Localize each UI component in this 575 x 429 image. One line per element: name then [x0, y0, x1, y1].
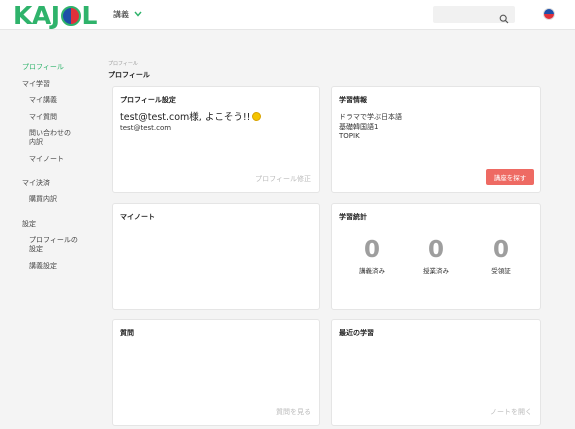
sidebar-item-profile-settings-line1[interactable]: プロフィールの — [29, 236, 78, 245]
search-input[interactable] — [433, 6, 515, 24]
questions-card: 質問 質問を見る — [112, 319, 320, 426]
sidebar-section-my-learning: マイ学習 — [22, 80, 50, 88]
my-notes-title: マイノート — [120, 213, 155, 221]
logo-text-start: KAJ — [13, 0, 60, 30]
greeting-label: test@test.com様, よこそう!! — [120, 112, 251, 123]
stat-receipts: 0 受領証 — [476, 236, 526, 275]
chevron-down-icon — [134, 10, 142, 19]
greeting-text: test@test.com様, よこそう!! — [120, 109, 262, 123]
learning-stats-card: 学習統計 0 講義済み 0 授業済み 0 受領証 — [331, 203, 541, 310]
courses-menu[interactable]: 講義 — [113, 9, 142, 20]
stat-label: 受領証 — [491, 267, 511, 275]
logo-text-end: L — [81, 0, 98, 30]
stat-label: 講義済み — [359, 267, 385, 275]
kajol-logo[interactable]: KAJ L — [13, 0, 98, 30]
view-questions-link[interactable]: 質問を見る — [276, 407, 311, 417]
stat-label: 授業済み — [423, 267, 449, 275]
my-notes-card: マイノート — [112, 203, 320, 310]
sidebar-item-profile-settings-line2[interactable]: 設定 — [29, 245, 43, 254]
stat-value: 0 — [492, 237, 509, 263]
edit-profile-link[interactable]: プロフィール修正 — [255, 174, 311, 184]
breadcrumb: プロフィール — [108, 61, 138, 67]
sidebar-item-inquiries-line2[interactable]: 内訳 — [29, 138, 43, 147]
stat-lessons-completed: 0 授業済み — [411, 236, 461, 275]
language-flag-icon[interactable] — [543, 8, 555, 20]
learning-info-item: TOPIK — [339, 132, 360, 140]
stat-value: 0 — [363, 237, 380, 263]
courses-menu-label: 講義 — [113, 10, 129, 19]
sidebar-item-my-courses[interactable]: マイ講義 — [29, 96, 57, 105]
sidebar-item-inquiries-line1[interactable]: 問い合わせの — [29, 129, 71, 138]
recent-learning-title: 最近の学習 — [339, 329, 374, 337]
stat-value: 0 — [427, 237, 444, 263]
learning-info-title: 学習情報 — [339, 96, 367, 104]
learning-info-item: ドラマで学ぶ日本語 — [339, 113, 402, 121]
sidebar-section-my-payments: マイ決済 — [22, 179, 50, 187]
profile-card-title: プロフィール設定 — [120, 96, 176, 104]
sun-emoji-icon — [252, 111, 262, 121]
sidebar-item-my-questions[interactable]: マイ質問 — [29, 113, 57, 122]
profile-card: プロフィール設定 test@test.com様, よこそう!! test@tes… — [112, 86, 320, 193]
learning-info-card: 学習情報 ドラマで学ぶ日本語 基礎韓国語1 TOPIK 講座を探す — [331, 86, 541, 193]
open-notes-link[interactable]: ノートを開く — [490, 407, 532, 417]
sidebar-item-course-settings[interactable]: 講義設定 — [29, 262, 57, 271]
find-course-button[interactable]: 講座を探す — [486, 169, 534, 185]
user-email: test@test.com — [120, 124, 172, 132]
sidebar-item-purchase-history[interactable]: 購買内訳 — [29, 195, 57, 204]
korean-flag-icon — [60, 6, 81, 26]
learning-info-list: ドラマで学ぶ日本語 基礎韓国語1 TOPIK — [339, 113, 402, 142]
stat-courses-completed: 0 講義済み — [347, 236, 397, 275]
top-header: KAJ L 講義 — [0, 0, 575, 30]
learning-info-item: 基礎韓国語1 — [339, 122, 379, 131]
recent-learning-card: 最近の学習 ノートを開く — [331, 319, 541, 426]
questions-title: 質問 — [120, 329, 134, 337]
search-icon[interactable] — [499, 9, 509, 24]
learning-stats-title: 学習統計 — [339, 213, 367, 221]
sidebar-section-settings: 設定 — [22, 220, 36, 228]
sidebar-item-profile[interactable]: プロフィール — [22, 63, 64, 72]
sidebar-item-my-notes[interactable]: マイノート — [29, 155, 64, 164]
page-title: プロフィール — [108, 71, 150, 79]
